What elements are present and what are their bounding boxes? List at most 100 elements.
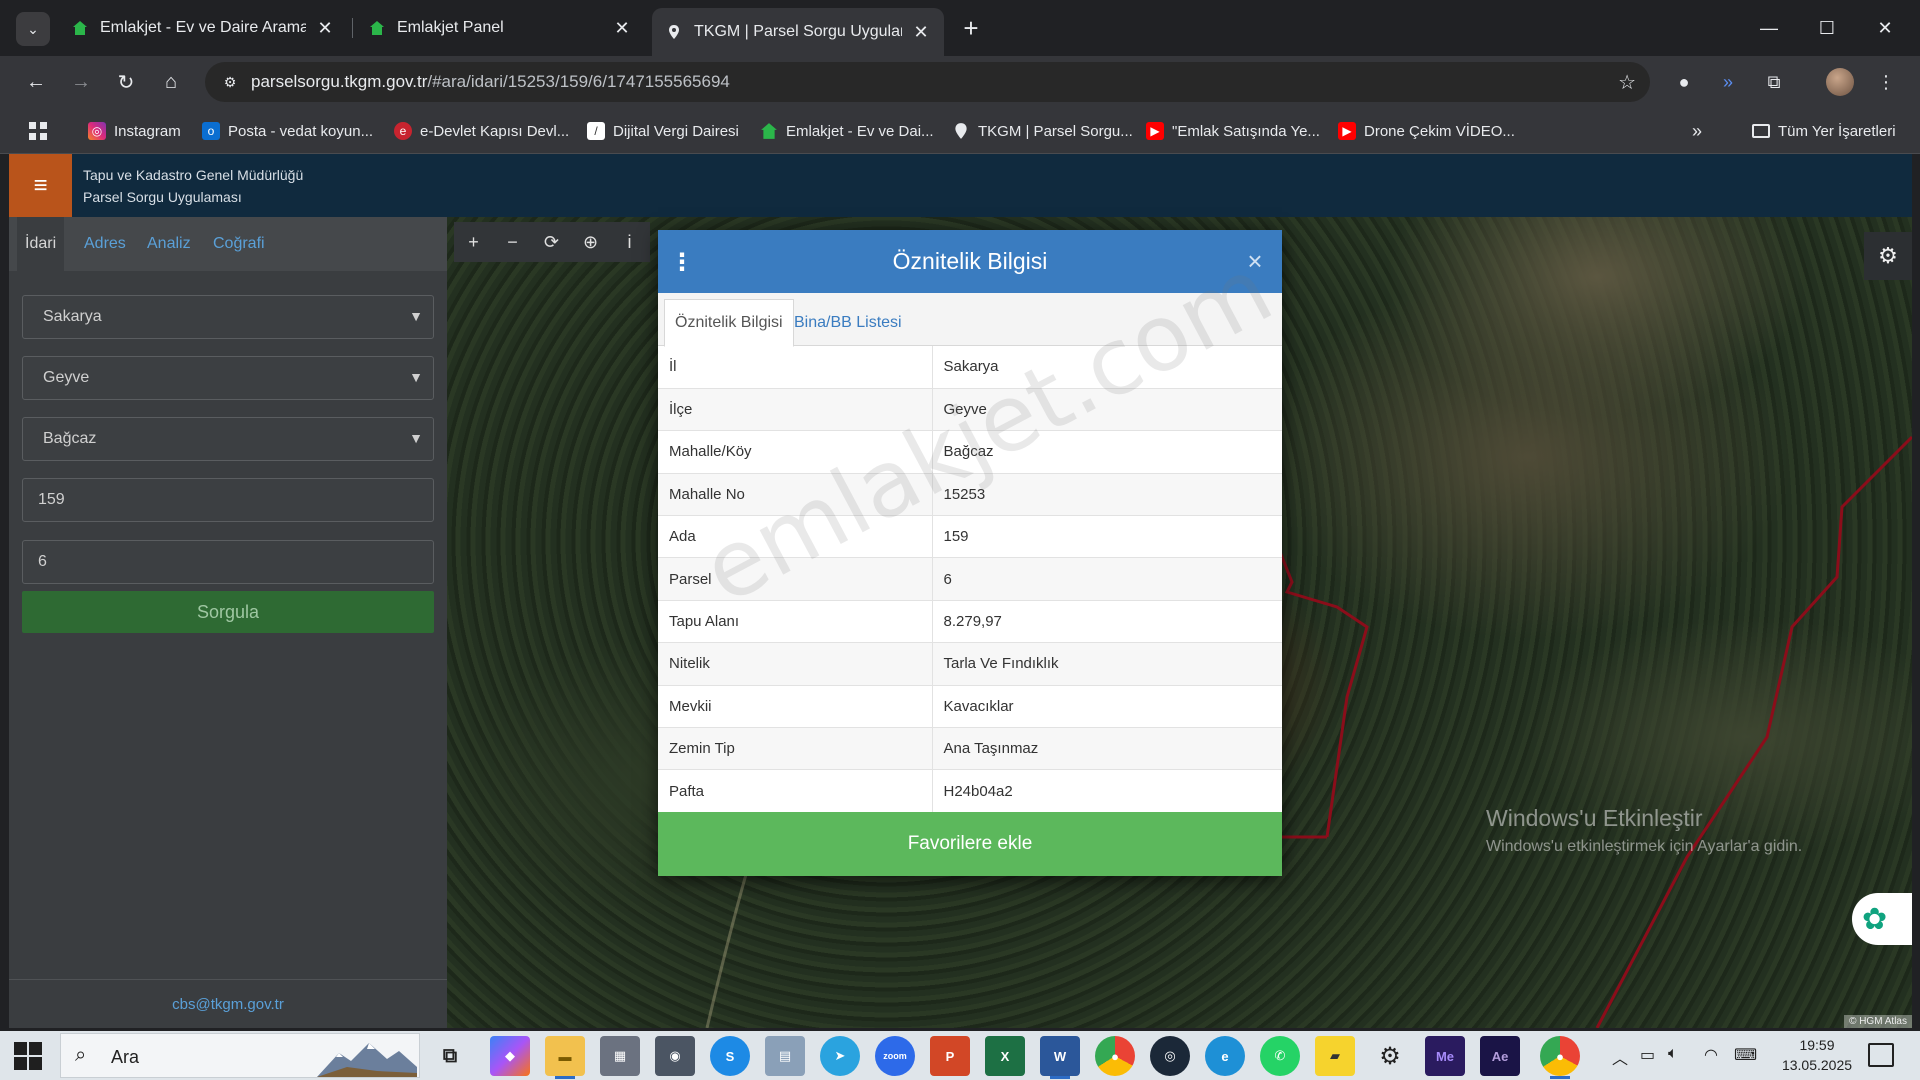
refresh-icon[interactable]: ⟳ <box>532 222 571 262</box>
browser-menu-icon[interactable]: ⋮ <box>1870 66 1902 98</box>
keyboard-icon[interactable]: ⌨ <box>1734 1045 1757 1065</box>
close-icon[interactable]: × <box>1242 246 1268 276</box>
steam-icon[interactable]: ◎ <box>1150 1036 1190 1076</box>
file-explorer-icon[interactable]: ▬ <box>545 1036 585 1079</box>
excel-icon[interactable]: X <box>985 1036 1025 1076</box>
mahalle-select-value: Bağcaz <box>43 430 97 447</box>
home-icon[interactable]: ⌂ <box>155 66 187 98</box>
internet-explorer-icon[interactable]: e <box>1205 1036 1245 1076</box>
tab-emlakjet-search[interactable]: Emlakjet - Ev ve Daire Aramanın ✕ <box>58 10 348 46</box>
zoom-icon[interactable]: zoom <box>875 1036 915 1076</box>
mahalle-select[interactable]: Bağcaz ▼ <box>22 417 434 461</box>
zoom-in-icon[interactable]: + <box>454 222 493 262</box>
camera-icon[interactable]: ◉ <box>655 1036 695 1076</box>
bookmark-youtube-emlak[interactable]: ▶ "Emlak Satışında Ye... <box>1146 119 1320 143</box>
browser-tabstrip: ⌄ Emlakjet - Ev ve Daire Aramanın ✕ Emla… <box>0 0 1920 56</box>
bookmark-instagram[interactable]: ◎ Instagram <box>88 119 181 143</box>
new-tab-button[interactable]: + <box>955 12 987 44</box>
battery-icon[interactable]: ▭ <box>1640 1045 1655 1065</box>
bookmark-youtube-drone[interactable]: ▶ Drone Çekim VİDEO... <box>1338 119 1515 143</box>
emlakjet-house-icon <box>370 21 384 35</box>
folder-icon <box>1752 124 1770 138</box>
table-row: Mevkii Kavacıklar <box>658 685 1282 729</box>
notification-center-icon[interactable] <box>1868 1043 1894 1067</box>
tab-oznitelik-bilgisi[interactable]: Öznitelik Bilgisi <box>664 299 794 347</box>
powerpoint-icon[interactable]: P <box>930 1036 970 1076</box>
chrome-profile-icon[interactable]: ● <box>1540 1036 1580 1079</box>
copilot-icon[interactable]: ◆ <box>490 1036 530 1076</box>
bookmark-edevlet[interactable]: e e-Devlet Kapısı Devl... <box>394 119 569 143</box>
task-view-icon[interactable]: ⧉ <box>430 1036 470 1076</box>
chrome-icon[interactable]: ● <box>1095 1036 1135 1076</box>
more-vertical-icon[interactable]: ⋮ <box>670 248 694 276</box>
minimize-window-button[interactable]: — <box>1744 8 1794 48</box>
tab-analiz[interactable]: Analiz <box>139 217 199 271</box>
calculator-icon[interactable]: ▦ <box>600 1036 640 1076</box>
attribute-value: 6 <box>932 557 1282 601</box>
wireless-extension-icon[interactable]: » <box>1712 66 1744 98</box>
tab-bina-bb-listesi[interactable]: Bina/BB Listesi <box>784 299 912 346</box>
bookmark-label: Instagram <box>114 122 181 140</box>
bookmark-tkgm[interactable]: TKGM | Parsel Sorgu... <box>952 119 1133 143</box>
windows-start-icon[interactable] <box>10 1039 46 1073</box>
tab-idari[interactable]: İdari <box>17 217 65 271</box>
whatsapp-icon[interactable]: ✆ <box>1260 1036 1300 1076</box>
close-tab-icon[interactable]: ✕ <box>613 18 631 39</box>
parsel-input[interactable]: 6 <box>22 540 434 584</box>
address-url[interactable]: parselsorgu.tkgm.gov.tr/#ara/idari/15253… <box>251 72 730 92</box>
bookmark-label: Emlakjet - Ev ve Dai... <box>786 122 934 140</box>
maximize-window-button[interactable]: ☐ <box>1802 8 1852 48</box>
contact-email-link[interactable]: cbs@tkgm.gov.tr <box>9 979 447 1028</box>
tab-cografi[interactable]: Coğrafi <box>205 217 273 271</box>
hamburger-menu-icon[interactable]: ≡ <box>9 154 72 217</box>
close-window-button[interactable]: ✕ <box>1860 8 1910 48</box>
extensions-puzzle-icon[interactable]: ⧉ <box>1758 66 1790 98</box>
bookmark-star-icon[interactable]: ☆ <box>1618 70 1636 95</box>
close-tab-icon[interactable]: ✕ <box>912 22 930 43</box>
site-settings-icon[interactable]: ⚙ <box>219 71 241 93</box>
taskbar-clock[interactable]: 19:59 13.05.2025 <box>1772 1035 1862 1075</box>
zoom-out-icon[interactable]: − <box>493 222 532 262</box>
tab-adres[interactable]: Adres <box>76 217 134 271</box>
reload-icon[interactable]: ↻ <box>110 66 142 98</box>
ada-input[interactable]: 159 <box>22 478 434 522</box>
info-icon[interactable]: i <box>610 222 649 262</box>
wifi-icon[interactable]: ◠ <box>1704 1045 1718 1065</box>
media-encoder-icon[interactable]: Me <box>1425 1036 1465 1076</box>
ilce-select[interactable]: Geyve ▼ <box>22 356 434 400</box>
profile-avatar[interactable] <box>1826 68 1854 96</box>
skype-icon[interactable]: S <box>710 1036 750 1076</box>
network-app-icon[interactable]: ▤ <box>765 1036 805 1076</box>
address-bar[interactable]: ⚙ parselsorgu.tkgm.gov.tr/#ara/idari/152… <box>205 62 1650 102</box>
tab-tkgm-parsel[interactable]: TKGM | Parsel Sorgu Uygulaması ✕ <box>652 8 944 56</box>
query-sidebar: İdari Adres Analiz Coğrafi Sakarya ▼ Gey… <box>9 217 447 1028</box>
sticky-notes-icon[interactable]: ▰ <box>1315 1036 1355 1076</box>
apps-grid-icon[interactable] <box>28 119 48 143</box>
word-icon[interactable]: W <box>1040 1036 1080 1079</box>
more-bookmarks-chevron-icon[interactable]: » <box>1692 119 1702 143</box>
locate-crosshair-icon[interactable]: ⊕ <box>571 222 610 262</box>
extension-icon[interactable]: ● <box>1668 66 1700 98</box>
volume-icon[interactable]: 🔈︎ <box>1668 1045 1678 1063</box>
close-tab-icon[interactable]: ✕ <box>316 18 334 39</box>
add-to-favorites-button[interactable]: Favorilere ekle <box>658 812 1282 876</box>
sorgula-button[interactable]: Sorgula <box>22 591 434 633</box>
telegram-icon[interactable]: ➤ <box>820 1036 860 1076</box>
bookmark-posta[interactable]: o Posta - vedat koyun... <box>202 119 373 143</box>
forward-arrow-icon[interactable]: → <box>65 66 97 98</box>
bookmark-emlakjet[interactable]: Emlakjet - Ev ve Dai... <box>760 119 934 143</box>
activation-subtitle: Windows'u etkinleştirmek için Ayarlar'a … <box>1486 838 1803 855</box>
back-arrow-icon[interactable]: ← <box>20 66 52 98</box>
after-effects-icon[interactable]: Ae <box>1480 1036 1520 1076</box>
settings-gear-icon[interactable]: ⚙ <box>1370 1036 1410 1076</box>
taskbar-search-box[interactable]: ⌕ Ara <box>60 1033 420 1078</box>
chatgpt-assistant-icon[interactable]: ✿ <box>1852 893 1912 945</box>
il-select[interactable]: Sakarya ▼ <box>22 295 434 339</box>
all-bookmarks-folder[interactable]: Tüm Yer İşaretleri <box>1752 119 1896 143</box>
tab-search-button[interactable]: ⌄ <box>16 12 50 46</box>
bookmark-dijital-vergi[interactable]: / Dijital Vergi Dairesi <box>587 119 739 143</box>
table-row: İl Sakarya <box>658 346 1282 389</box>
tray-overflow-chevron-icon[interactable]: ︿ <box>1612 1045 1628 1069</box>
map-settings-gear-icon[interactable]: ⚙ <box>1864 232 1912 280</box>
tab-emlakjet-panel[interactable]: Emlakjet Panel ✕ <box>355 10 645 46</box>
